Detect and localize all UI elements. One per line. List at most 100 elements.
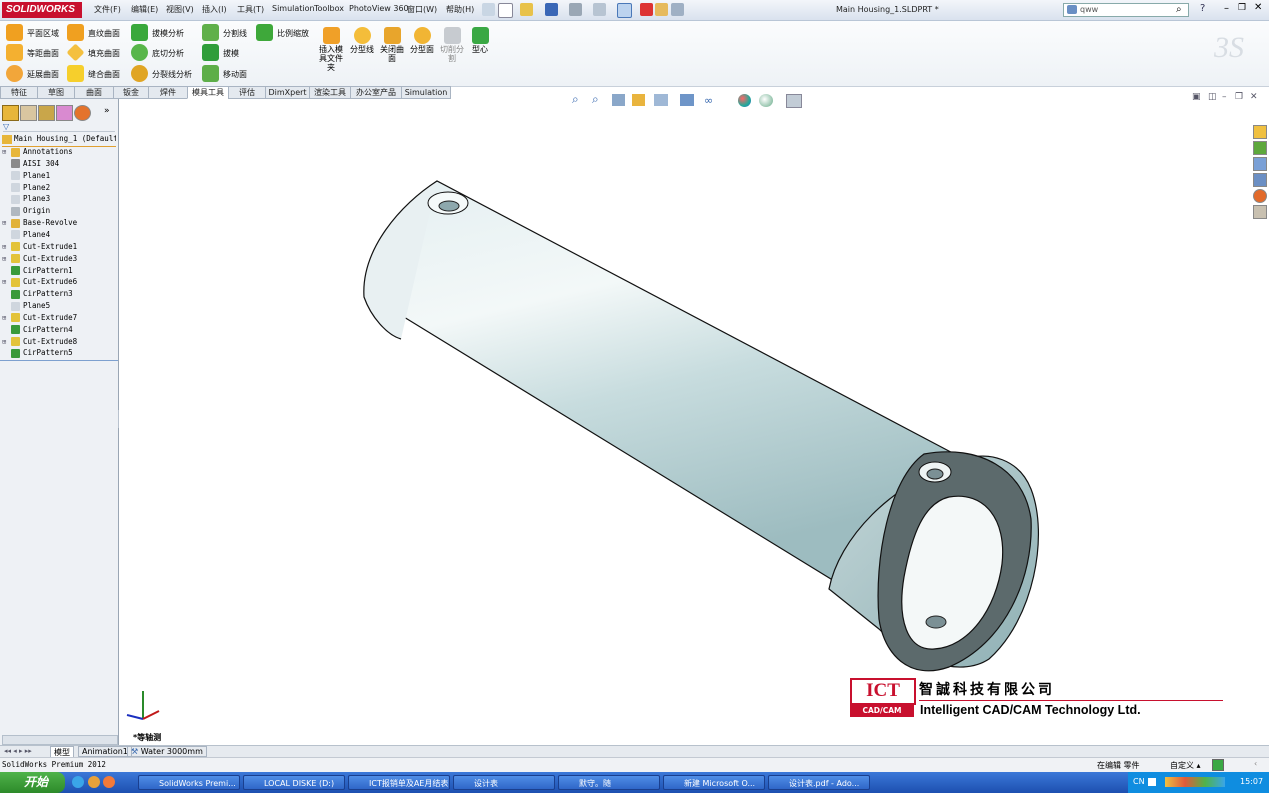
draft-label[interactable]: 拔模 [223,48,239,59]
extend-surface-label[interactable]: 延展曲面 [27,69,59,80]
taskbar-adobe[interactable]: 设计表.pdf - Ado... [768,775,870,790]
tree-expand-icon[interactable]: ⊞ [2,314,11,322]
start-button[interactable]: 开始 [0,772,65,793]
menu-simulation[interactable]: Simulation [272,4,315,13]
offset-surface-label[interactable]: 等距曲面 [27,48,59,59]
tree-item-cirpattern4[interactable]: CirPattern4 [2,325,73,337]
undo-icon[interactable] [593,3,606,16]
taskbar-solidworks[interactable]: SolidWorks Premi... [138,775,240,790]
split-line-icon[interactable] [202,24,219,41]
undercut-analysis-label[interactable]: 底切分析 [152,48,184,59]
ruled-surface-label[interactable]: 直纹曲面 [88,28,120,39]
new-document-icon[interactable] [498,3,513,18]
tree-item-cut-extrude3[interactable]: ⊞ Cut-Extrude3 [2,254,77,266]
restore-icon[interactable]: ❐ [1238,3,1246,13]
ruled-surface-icon[interactable] [67,24,84,41]
tab-motion-study[interactable]: ⚒ Water 3000mm [127,746,207,757]
tree-item-annotations[interactable]: ⊞ Annotations [2,147,73,159]
tree-expand-icon[interactable]: ⊞ [2,219,11,227]
tree-item-cut-extrude6[interactable]: ⊞ Cut-Extrude6 [2,277,77,289]
search-input[interactable]: qww [1063,3,1189,17]
print-icon[interactable] [569,3,582,16]
parting-line-analysis-icon[interactable] [131,65,148,82]
status-expand-icon[interactable]: ‹ [1254,759,1257,768]
tab-animation[interactable]: Animation1 [78,746,132,757]
display-manager-tab-icon[interactable] [74,105,91,121]
draft-analysis-label[interactable]: 拔模分析 [152,28,184,39]
tab-sketch[interactable]: 草图 [37,86,75,99]
file-properties-icon[interactable] [655,3,668,16]
menu-photoview[interactable]: PhotoView 360 [349,4,409,13]
menu-tools[interactable]: 工具(T) [237,4,264,15]
dimxpert-manager-tab-icon[interactable] [56,105,73,121]
search-icon[interactable]: ⌕ [1176,4,1182,15]
part-model[interactable] [119,99,1269,745]
close-icon[interactable]: ✕ [1254,2,1262,13]
menu-help[interactable]: 帮助(H) [446,4,474,15]
tree-item-cirpattern5[interactable]: CirPattern5 [2,348,73,360]
property-manager-tab-icon[interactable] [20,105,37,121]
task-pane-design-library-icon[interactable] [1253,157,1267,171]
quicklaunch-ie-icon[interactable] [72,776,84,788]
tree-item-cirpattern1[interactable]: CirPattern1 [2,266,73,278]
task-pane-home-icon[interactable] [1253,125,1267,139]
knit-surface-icon[interactable] [67,65,84,82]
menu-insert[interactable]: 插入(I) [202,4,227,15]
tree-item-plane3[interactable]: Plane3 [2,194,50,206]
language-indicator[interactable]: CN [1133,777,1145,786]
menu-view[interactable]: 视图(V) [166,4,194,15]
tree-item-plane5[interactable]: Plane5 [2,301,50,313]
tab-sheet-metal[interactable]: 钣金 [113,86,149,99]
quicklaunch-app-icon[interactable] [103,776,115,788]
quick-tips-icon[interactable] [1212,759,1224,771]
help-icon[interactable]: ? [1200,3,1205,14]
tab-weldments[interactable]: 焊件 [148,86,188,99]
open-folder-icon[interactable] [520,3,533,16]
split-line-label[interactable]: 分割线 [223,28,247,39]
taskbar-ict-folder[interactable]: ICT报销单及AE月结表 [348,775,450,790]
tree-item-cirpattern3[interactable]: CirPattern3 [2,289,73,301]
tree-expand-icon[interactable]: ⊞ [2,148,11,156]
parting-line-icon[interactable] [354,27,371,44]
tree-item-plane4[interactable]: Plane4 [2,230,50,242]
shut-off-surface-label[interactable]: 关闭曲面 [378,45,406,63]
tooling-split-label[interactable]: 切削分割 [438,45,466,63]
tray-icons[interactable] [1165,777,1225,787]
tree-item-cut-extrude1[interactable]: ⊞ Cut-Extrude1 [2,242,77,254]
menu-window[interactable]: 窗口(W) [407,4,437,15]
tab-office-products[interactable]: 办公室产品 [350,86,402,99]
taskbar-design-table-folder[interactable]: 设计表 [453,775,555,790]
graphics-area[interactable]: ⌕ ⌕ ∞ ▣ ◫ – ❐ ✕ *等轴测 ICT CAD/CAM 智誠科技有限公… [119,92,1269,745]
menu-file[interactable]: 文件(F) [94,4,121,15]
parting-line-label[interactable]: 分型线 [348,45,376,54]
select-icon[interactable] [617,3,632,18]
fill-surface-label[interactable]: 填充曲面 [88,48,120,59]
tree-item-origin[interactable]: Origin [2,206,50,218]
rebuild-icon[interactable] [640,3,653,16]
panel-horizontal-scrollbar[interactable] [2,735,118,745]
insert-mold-folder-icon[interactable] [323,27,340,44]
minimize-icon[interactable]: – [1224,3,1229,14]
scale-icon[interactable] [256,24,273,41]
menu-toolbox[interactable]: Toolbox [314,4,344,13]
tab-mold-tools[interactable]: 模具工具 [187,86,229,99]
save-icon[interactable] [545,3,558,16]
menu-edit[interactable]: 编辑(E) [131,4,158,15]
knit-surface-label[interactable]: 缝合曲面 [88,69,120,80]
tree-item-cut-extrude8[interactable]: ⊞ Cut-Extrude8 [2,337,77,349]
expand-panel-icon[interactable]: » [104,106,110,116]
planar-surface-icon[interactable] [6,24,23,41]
feature-manager-tab-icon[interactable] [2,105,19,121]
taskbar-note[interactable]: 默守。随 [558,775,660,790]
tree-item-plane1[interactable]: Plane1 [2,171,50,183]
configuration-manager-tab-icon[interactable] [38,105,55,121]
tab-evaluate[interactable]: 评估 [228,86,266,99]
tree-root[interactable]: Main Housing_1 (Default< [2,134,116,147]
task-pane-custom-properties-icon[interactable] [1253,205,1267,219]
tree-expand-icon[interactable]: ⊞ [2,255,11,263]
parting-line-analysis-label[interactable]: 分裂线分析 [152,69,192,80]
tree-expand-icon[interactable]: ⊞ [2,278,11,286]
pin-icon[interactable] [482,3,495,16]
tree-expand-icon[interactable]: ⊞ [2,243,11,251]
taskbar-local-disk[interactable]: LOCAL DISKE (D:) [243,775,345,790]
